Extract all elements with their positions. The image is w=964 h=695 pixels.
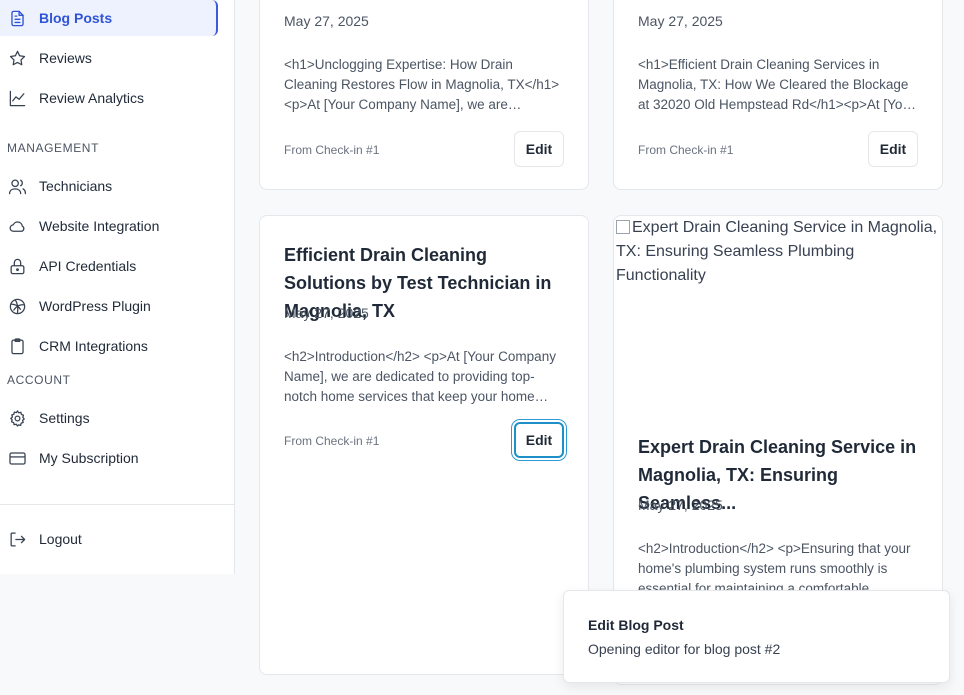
sidebar-item-technicians[interactable]: Technicians	[0, 168, 218, 204]
credit-card-icon	[7, 448, 27, 468]
post-date: May 27, 2025	[284, 13, 369, 29]
globe-icon	[7, 296, 27, 316]
users-icon	[7, 176, 27, 196]
sidebar: Blog Posts Reviews Review Analytics MANA…	[0, 0, 235, 574]
sidebar-item-crm-integrations[interactable]: CRM Integrations	[0, 328, 218, 364]
post-image: Expert Drain Cleaning Service in Magnoli…	[614, 216, 942, 416]
post-image-alt: Expert Drain Cleaning Service in Magnoli…	[616, 219, 938, 284]
sidebar-item-label: My Subscription	[39, 450, 139, 466]
lock-icon	[7, 256, 27, 276]
sidebar-divider	[0, 504, 234, 505]
post-excerpt: <h1>Unclogging Expertise: How Drain Clea…	[284, 57, 560, 112]
sidebar-item-label: CRM Integrations	[39, 338, 148, 354]
sidebar-item-label: API Credentials	[39, 258, 137, 274]
sidebar-item-blog-posts[interactable]: Blog Posts	[0, 0, 218, 36]
star-icon	[7, 48, 27, 68]
logout-icon	[7, 529, 27, 549]
sidebar-item-label: Settings	[39, 410, 90, 426]
sidebar-item-label: Technicians	[39, 178, 113, 194]
sidebar-item-website-integration[interactable]: Website Integration	[0, 208, 218, 244]
logout-label: Logout	[39, 531, 82, 547]
edit-button[interactable]: Edit	[514, 422, 564, 458]
post-date: May 27, 2025	[638, 13, 723, 29]
sidebar-item-label: Blog Posts	[39, 10, 113, 26]
sidebar-item-review-analytics[interactable]: Review Analytics	[0, 80, 218, 116]
post-date: May 27, 2025	[284, 305, 369, 321]
sidebar-item-api-credentials[interactable]: API Credentials	[0, 248, 218, 284]
section-label-management: MANAGEMENT	[7, 141, 100, 155]
document-icon	[7, 8, 27, 28]
post-excerpt: <h2>Introduction</h2> <p>At [Your Compan…	[284, 349, 556, 404]
sidebar-item-my-subscription[interactable]: My Subscription	[0, 440, 218, 476]
edit-button[interactable]: Edit	[868, 131, 918, 167]
toast-title: Edit Blog Post	[588, 617, 684, 633]
sidebar-item-label: Website Integration	[39, 218, 160, 234]
sidebar-item-label: Review Analytics	[39, 90, 145, 106]
blog-post-card: May 27, 2025 <h1>Unclogging Expertise: H…	[259, 0, 589, 190]
post-date: May 27, 2025	[638, 497, 723, 513]
clipboard-icon	[7, 336, 27, 356]
post-source: From Check-in #1	[638, 143, 734, 157]
line-chart-icon	[7, 88, 27, 108]
sidebar-item-reviews[interactable]: Reviews	[0, 40, 218, 76]
toast-notification: Edit Blog Post Opening editor for blog p…	[563, 590, 950, 683]
broken-image-icon	[616, 220, 630, 234]
toast-description: Opening editor for blog post #2	[588, 641, 781, 657]
post-excerpt: <h1>Efficient Drain Cleaning Services in…	[638, 57, 915, 112]
edit-button[interactable]: Edit	[514, 131, 564, 167]
gear-icon	[7, 408, 27, 428]
blog-post-card: May 27, 2025 <h1>Efficient Drain Cleanin…	[613, 0, 943, 190]
sidebar-item-label: Reviews	[39, 50, 92, 66]
section-label-account: ACCOUNT	[7, 373, 71, 387]
logout-button[interactable]: Logout	[0, 521, 218, 557]
post-source: From Check-in #1	[284, 434, 380, 448]
sidebar-item-settings[interactable]: Settings	[0, 400, 218, 436]
sidebar-item-label: WordPress Plugin	[39, 298, 151, 314]
sidebar-item-wordpress-plugin[interactable]: WordPress Plugin	[0, 288, 218, 324]
blog-post-card: Efficient Drain Cleaning Solutions by Te…	[259, 215, 589, 675]
cloud-icon	[7, 216, 27, 236]
post-source: From Check-in #1	[284, 143, 380, 157]
